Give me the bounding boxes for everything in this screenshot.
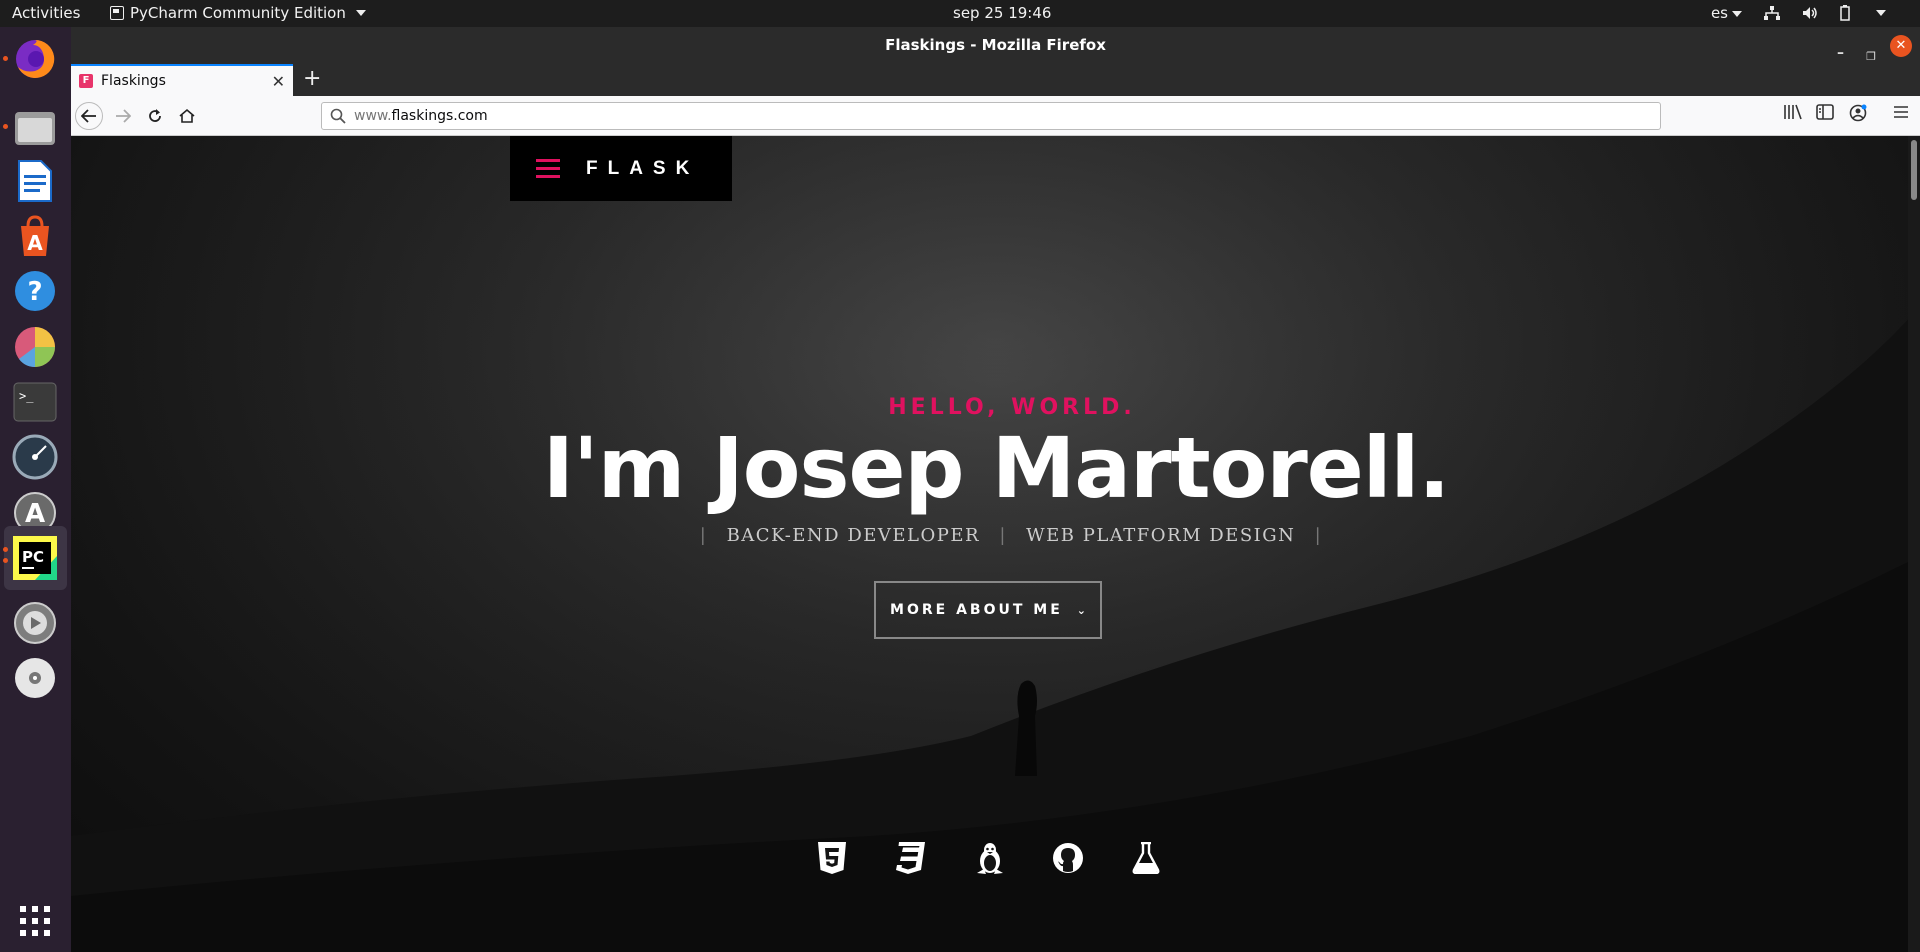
role-separator: | xyxy=(699,525,708,546)
page-scrollbar[interactable] xyxy=(1908,136,1920,952)
reload-button[interactable] xyxy=(141,102,169,130)
library-icon[interactable] xyxy=(1784,104,1802,124)
close-tab-icon[interactable]: ✕ xyxy=(272,72,285,91)
tab-label: Flaskings xyxy=(101,73,166,89)
hero-roles: | BACK-END DEVELOPER | WEB PLATFORM DESI… xyxy=(71,525,1911,546)
disc-icon[interactable] xyxy=(11,654,59,702)
search-icon xyxy=(330,108,346,124)
chart-app-icon[interactable] xyxy=(11,323,59,371)
tab-favicon: F xyxy=(79,74,93,88)
network-icon[interactable] xyxy=(1764,6,1780,20)
role-item: WEB PLATFORM DESIGN xyxy=(1026,525,1296,546)
chevron-down-icon xyxy=(1732,10,1742,17)
terminal-icon[interactable]: >_ xyxy=(11,378,59,426)
site-header: FLASK xyxy=(510,136,732,201)
settings-icon[interactable] xyxy=(11,599,59,647)
app-menu-icon xyxy=(110,6,124,20)
window-title: Flaskings - Mozilla Firefox xyxy=(885,36,1106,54)
help-icon[interactable]: ? xyxy=(11,267,59,315)
forward-button[interactable] xyxy=(109,102,137,130)
svg-text:A: A xyxy=(27,231,43,255)
app-menu[interactable]: PyCharm Community Edition xyxy=(110,4,366,22)
url-prefix: www. xyxy=(354,108,392,124)
site-menu-icon[interactable] xyxy=(536,159,560,178)
pycharm-icon[interactable]: PC xyxy=(11,534,59,582)
firefox-icon[interactable] xyxy=(11,35,59,83)
navigation-toolbar: www. flaskings.com xyxy=(71,96,1920,136)
hero-greeting: HELLO, WORLD. xyxy=(888,395,1136,420)
chevron-down-icon: ⌄ xyxy=(1076,603,1086,617)
running-indicator xyxy=(3,547,8,552)
svg-text:>_: >_ xyxy=(19,389,34,403)
account-icon[interactable] xyxy=(1849,104,1867,126)
url-bar[interactable]: www. flaskings.com xyxy=(321,102,1661,130)
svg-text:A: A xyxy=(25,499,45,529)
running-indicator xyxy=(3,558,8,563)
system-tray[interactable]: es xyxy=(1711,4,1886,22)
reload-icon xyxy=(149,109,161,122)
software-icon[interactable]: A xyxy=(11,212,59,260)
arrow-right-icon xyxy=(116,109,131,123)
more-about-me-label: MORE ABOUT ME xyxy=(890,602,1063,618)
running-indicator xyxy=(3,56,8,61)
battery-icon[interactable] xyxy=(1840,5,1850,21)
flask-icon[interactable] xyxy=(1129,841,1163,875)
html5-icon[interactable] xyxy=(815,841,849,875)
svg-text:?: ? xyxy=(27,277,42,307)
role-item: BACK-END DEVELOPER xyxy=(726,525,981,546)
chevron-down-icon xyxy=(355,10,366,16)
linux-icon[interactable] xyxy=(973,841,1007,875)
ubuntu-dock: A ? >_ A PC xyxy=(0,27,71,952)
activities-button[interactable]: Activities xyxy=(12,4,80,22)
volume-icon[interactable] xyxy=(1802,6,1818,20)
system-menu-chevron-icon[interactable] xyxy=(1876,10,1886,16)
running-indicator xyxy=(3,124,8,129)
scrollbar-thumb[interactable] xyxy=(1911,140,1917,200)
tab-strip: F Flaskings ✕ + xyxy=(71,64,1920,96)
speed-gauge-icon[interactable] xyxy=(11,433,59,481)
role-separator: | xyxy=(999,525,1007,546)
more-about-me-button[interactable]: MORE ABOUT ME ⌄ xyxy=(874,581,1102,639)
firefox-window: Flaskings - Mozilla Firefox – ❐ ✕ F Flas… xyxy=(71,27,1920,952)
app-grid-icon[interactable] xyxy=(11,897,59,945)
clock[interactable]: sep 25 19:46 xyxy=(953,4,1051,22)
site-brand[interactable]: FLASK xyxy=(586,158,699,180)
new-tab-icon[interactable]: + xyxy=(303,66,321,91)
home-button[interactable] xyxy=(173,102,201,130)
window-titlebar[interactable]: Flaskings - Mozilla Firefox – ❐ ✕ xyxy=(71,27,1920,64)
app-menu-label: PyCharm Community Edition xyxy=(130,4,346,22)
close-window-icon[interactable]: ✕ xyxy=(1890,35,1912,57)
language-indicator[interactable]: es xyxy=(1711,4,1742,22)
language-label: es xyxy=(1710,4,1728,22)
url-domain: flaskings.com xyxy=(391,108,488,124)
sidebar-icon[interactable] xyxy=(1816,104,1834,124)
hero-headline: I'm Josep Martorell. xyxy=(542,419,1451,517)
svg-text:PC: PC xyxy=(22,548,44,566)
gnome-top-bar: Activities PyCharm Community Edition sep… xyxy=(0,0,1920,27)
files-icon[interactable] xyxy=(11,103,59,151)
arrow-left-icon xyxy=(81,109,96,123)
hamburger-menu-icon[interactable] xyxy=(1893,104,1909,123)
home-icon xyxy=(179,108,195,123)
role-separator: | xyxy=(1314,525,1323,546)
back-button[interactable] xyxy=(75,102,103,130)
github-icon[interactable] xyxy=(1051,841,1085,875)
web-page: FLASK HELLO, WORLD. I'm Josep Martorell.… xyxy=(71,136,1920,952)
writer-icon[interactable] xyxy=(11,157,59,205)
css3-icon[interactable] xyxy=(893,841,927,875)
tab-flaskings[interactable]: F Flaskings ✕ xyxy=(71,64,293,96)
